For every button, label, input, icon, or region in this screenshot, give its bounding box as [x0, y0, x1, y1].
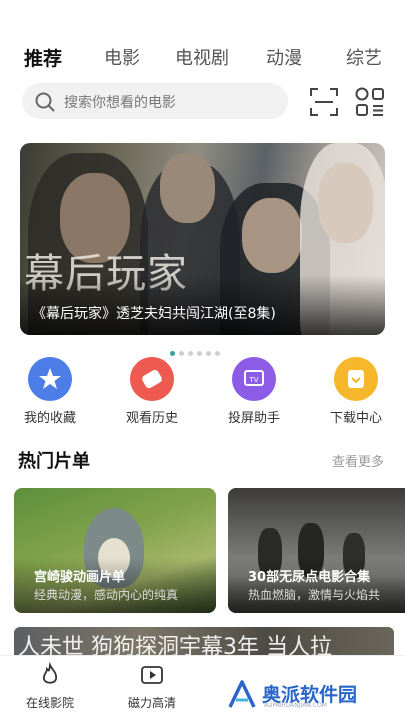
download-icon — [334, 357, 378, 401]
nav-online-cinema[interactable]: 在线影院 — [10, 661, 90, 711]
tab-recommend[interactable]: 推荐 — [24, 44, 62, 71]
tab-anime[interactable]: 动漫 — [266, 44, 302, 70]
carousel-dot[interactable] — [197, 351, 202, 356]
nav-online-cinema-label: 在线影院 — [25, 696, 74, 710]
carousel-dot[interactable] — [215, 351, 220, 356]
playlist-subtitle: 热血燃脑，激情与火焰共 — [248, 588, 381, 602]
search-input[interactable]: 搜索你想看的电影 — [64, 92, 176, 112]
partial-row-text: 人未世 狗狗探洞宇幕3年 当人拉 — [18, 635, 332, 657]
history-button[interactable]: 观看历史 — [112, 357, 192, 426]
tv-cast-icon: TV — [232, 357, 276, 401]
playlist-title: 宫崎骏动画片单 — [34, 570, 126, 585]
playlist-subtitle: 经典动漫，感动内心的纯真 — [34, 588, 179, 602]
nav-magnet-hd[interactable]: 磁力高清 — [112, 662, 192, 711]
tab-variety[interactable]: 综艺 — [346, 44, 382, 70]
flame-icon — [42, 661, 58, 684]
favorites-button[interactable]: 我的收藏 — [10, 357, 90, 426]
view-more-link[interactable]: 查看更多 — [332, 451, 384, 470]
star-icon — [28, 357, 72, 401]
history-icon — [130, 357, 174, 401]
favorites-label: 我的收藏 — [23, 411, 76, 426]
cast-assistant-label: 投屏助手 — [227, 411, 280, 426]
featured-banner[interactable]: 幕后玩家 《幕后玩家》透芝夫妇共闯江湖(至8集) — [20, 143, 385, 335]
search-icon — [35, 92, 55, 112]
partial-playlist-row[interactable]: 人未世 狗狗探洞宇幕3年 当人拉 — [14, 627, 394, 657]
category-tabs: 推荐 电影 电视剧 动漫 综艺 — [0, 40, 405, 72]
scan-icon[interactable] — [308, 86, 340, 118]
section-title: 热门片单 — [18, 451, 90, 472]
tab-tv[interactable]: 电视剧 — [175, 44, 229, 70]
carousel-dot[interactable] — [179, 351, 184, 356]
download-center-button[interactable]: 下载中心 — [316, 357, 396, 426]
carousel-dot[interactable] — [170, 351, 175, 356]
play-icon — [141, 666, 163, 684]
playlist-card[interactable]: 宫崎骏动画片单 经典动漫，感动内心的纯真 — [14, 488, 216, 613]
carousel-dot[interactable] — [188, 351, 193, 356]
history-label: 观看历史 — [125, 411, 178, 426]
cast-assistant-button[interactable]: TV 投屏助手 — [214, 357, 294, 426]
watermark-subtext: AUPAIRUANJIAN.COM — [264, 702, 327, 709]
tab-movie[interactable]: 电影 — [104, 44, 140, 70]
search-bar[interactable]: 搜索你想看的电影 — [22, 83, 288, 119]
carousel-dots — [170, 341, 224, 356]
category-grid-icon[interactable] — [354, 86, 386, 118]
svg-text:TV: TV — [248, 376, 258, 384]
watermark-logo: 奥派软件园 AUPAIRUANJIAN.COM — [226, 678, 357, 714]
download-center-label: 下载中心 — [329, 411, 382, 426]
playlist-title: 30部无尿点电影合集 — [248, 570, 371, 585]
playlist-card[interactable]: 30部无尿点电影合集 热血燃脑，激情与火焰共 — [228, 488, 405, 613]
logo-a-icon — [228, 680, 256, 708]
carousel-dot[interactable] — [206, 351, 211, 356]
nav-magnet-hd-label: 磁力高清 — [127, 696, 176, 710]
banner-caption: 《幕后玩家》透芝夫妇共闯江湖(至8集) — [32, 306, 276, 322]
